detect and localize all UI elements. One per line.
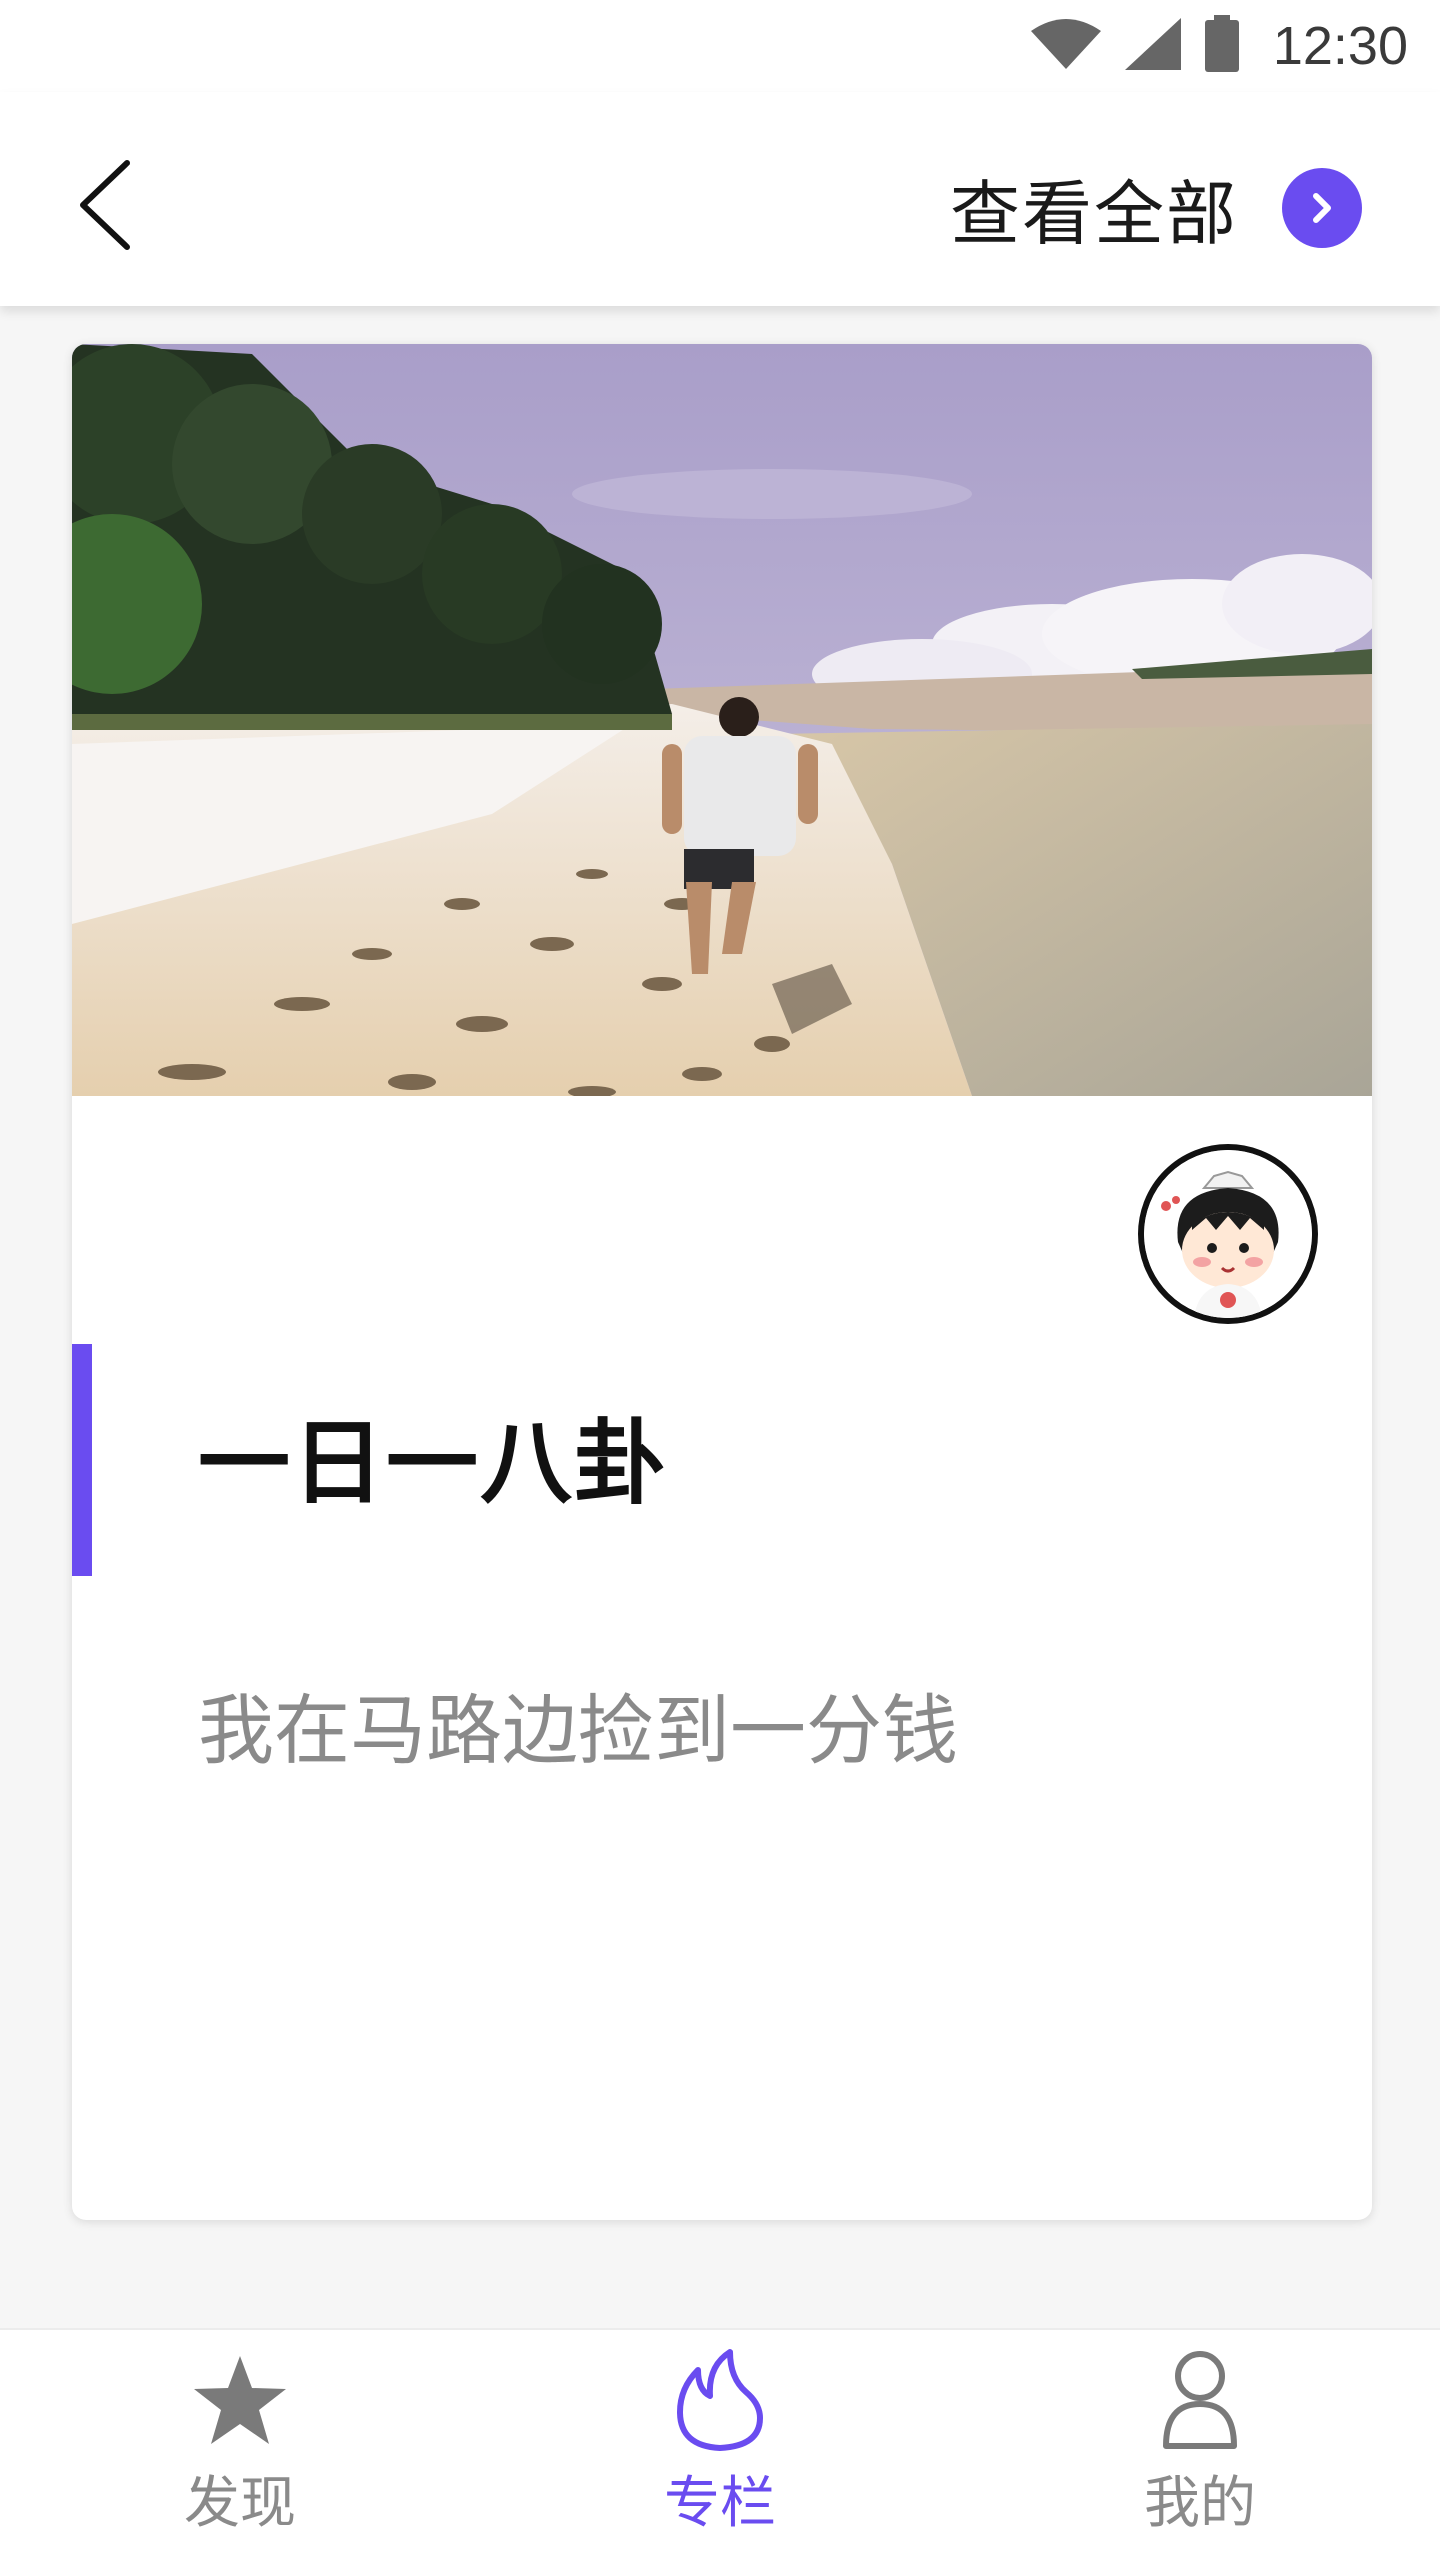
app-bar: 查看全部 — [0, 92, 1440, 306]
star-icon — [188, 2348, 292, 2452]
flame-icon — [668, 2348, 772, 2452]
chevron-left-icon — [75, 157, 135, 257]
chevron-right-circle-icon — [1282, 168, 1362, 248]
status-bar: 12:30 — [0, 0, 1440, 92]
cover-image — [72, 344, 1372, 1098]
person-icon — [1148, 2348, 1252, 2452]
nav-item-discover[interactable]: 发现 — [0, 2330, 480, 2560]
nav-item-mine[interactable]: 我的 — [960, 2330, 1440, 2560]
wifi-icon — [1029, 17, 1103, 75]
nav-label-columns: 专栏 — [664, 2471, 776, 2536]
back-button[interactable] — [60, 152, 150, 262]
signal-icon — [1123, 16, 1183, 76]
card-description: 我在马路边捡到一分钱 — [198, 1686, 958, 1775]
title-accent-bar — [72, 1344, 92, 1576]
card-title: 一日一八卦 — [198, 1410, 669, 1517]
status-time: 12:30 — [1272, 16, 1408, 76]
nav-item-columns[interactable]: 专栏 — [480, 2330, 960, 2560]
author-avatar[interactable] — [1138, 1144, 1318, 1324]
column-card[interactable]: 一日一八卦 我在马路边捡到一分钱 — [72, 344, 1372, 2220]
view-all-button[interactable]: 查看全部 — [950, 158, 1362, 258]
battery-icon — [1203, 15, 1241, 77]
nav-label-discover: 发现 — [184, 2471, 296, 2536]
nav-label-mine: 我的 — [1144, 2471, 1256, 2536]
bottom-nav: 发现 专栏 我的 — [0, 2328, 1440, 2560]
view-all-label: 查看全部 — [950, 172, 1238, 255]
